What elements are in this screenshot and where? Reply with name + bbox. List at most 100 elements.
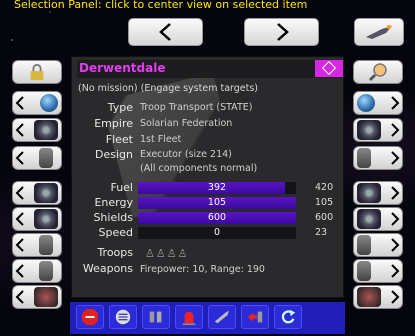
troops-button[interactable]: [142, 305, 170, 329]
speed-bar: 0: [138, 227, 296, 239]
chevron-left-icon: [15, 151, 24, 165]
chevron-left-icon: [15, 186, 24, 200]
center-view-button[interactable]: [315, 60, 343, 77]
speed-value: 0: [213, 227, 221, 238]
chevron-left-icon: [15, 290, 24, 304]
troops-icon: [149, 311, 162, 323]
shields-bar: 600: [138, 212, 296, 224]
speed-label: Speed: [98, 226, 133, 239]
energy-label: Energy: [94, 196, 133, 209]
chevron-right-icon: [391, 212, 400, 226]
ship-icon: [34, 120, 58, 140]
base-icon: [357, 287, 381, 307]
energy-bar: 105: [138, 197, 296, 209]
speed-max: 23: [315, 227, 328, 238]
refresh-icon: [281, 309, 296, 324]
previous-item-button[interactable]: [128, 18, 203, 46]
selection-panel-hint: Selection Panel: click to center view on…: [14, 0, 308, 11]
fleet-value: 1st Fleet: [140, 134, 182, 145]
ship-icon: [366, 25, 392, 39]
left-arrow-icon: [158, 23, 171, 41]
shields-value: 600: [207, 212, 227, 223]
components-status: (All components normal): [140, 163, 258, 174]
left-troop-button[interactable]: [12, 146, 62, 170]
troops-icons: ♙♙♙♙: [145, 247, 189, 260]
right-arrow-icon: [276, 23, 289, 41]
lock-icon: [30, 63, 43, 81]
planet-icon: [40, 94, 58, 112]
type-label: Type: [107, 101, 133, 114]
list-icon: [115, 309, 131, 325]
left-base-button[interactable]: [12, 285, 62, 309]
alert-button[interactable]: [175, 305, 203, 329]
right-troop-button[interactable]: [353, 146, 403, 170]
planet-icon: [357, 94, 375, 112]
fuel-max: 420: [315, 182, 334, 193]
shields-label: Shields: [93, 211, 133, 224]
chevron-right-icon: [391, 151, 400, 165]
next-item-button[interactable]: [244, 18, 319, 46]
left-ship-button-3[interactable]: [12, 207, 62, 231]
stop-icon: [81, 308, 99, 326]
lock-button[interactable]: [12, 60, 62, 84]
chevron-left-icon: [15, 212, 24, 226]
left-ship-button-2[interactable]: [12, 181, 62, 205]
fleet-label: Fleet: [105, 133, 133, 146]
right-base-button[interactable]: [353, 285, 403, 309]
right-troop-button-2[interactable]: [353, 233, 403, 257]
zoom-icon: [368, 63, 387, 82]
weapons-label: Weapons: [82, 262, 133, 275]
chevron-right-icon: [391, 96, 400, 110]
ship-view-button[interactable]: [354, 18, 404, 46]
ship-icon: [357, 209, 381, 229]
weapons-value: Firepower: 10, Range: 190: [140, 264, 265, 275]
item-name[interactable]: Derwentdale: [79, 61, 165, 75]
troops-label: Troops: [97, 246, 133, 259]
chevron-right-icon: [391, 186, 400, 200]
ship-icon: [34, 183, 58, 203]
left-troop-button-2[interactable]: [12, 233, 62, 257]
troop-icon: [39, 235, 53, 255]
chevron-right-icon: [391, 238, 400, 252]
ship-icon: [34, 209, 58, 229]
energy-value: 105: [207, 197, 227, 208]
alert-icon: [182, 311, 196, 326]
left-troop-button-3[interactable]: [12, 259, 62, 283]
stop-button[interactable]: [76, 305, 104, 329]
design-label: Design: [95, 148, 133, 161]
left-planet-button[interactable]: [12, 91, 62, 115]
right-ship-button-2[interactable]: [353, 181, 403, 205]
chevron-left-icon: [15, 96, 24, 110]
ship-icon: [214, 310, 230, 324]
zoom-button[interactable]: [353, 60, 403, 84]
ship-action-button[interactable]: [208, 305, 236, 329]
empire-value: Solarian Federation: [140, 118, 233, 129]
right-planet-button[interactable]: [353, 91, 403, 115]
chevron-right-icon: [391, 290, 400, 304]
troop-icon: [357, 261, 371, 281]
refresh-button[interactable]: [274, 305, 302, 329]
transfer-button[interactable]: [241, 305, 269, 329]
transfer-icon: [247, 311, 263, 323]
chevron-left-icon: [15, 238, 24, 252]
chevron-right-icon: [391, 123, 400, 137]
design-value: Executor (size 214): [140, 149, 232, 160]
energy-max: 105: [315, 197, 334, 208]
chevron-left-icon: [15, 264, 24, 278]
troop-icon: [39, 261, 53, 281]
fuel-label: Fuel: [110, 181, 133, 194]
left-ship-button[interactable]: [12, 118, 62, 142]
chevron-left-icon: [15, 123, 24, 137]
chevron-right-icon: [391, 264, 400, 278]
type-value: Troop Transport (STATE): [140, 102, 253, 113]
ship-icon: [357, 120, 381, 140]
right-ship-button-3[interactable]: [353, 207, 403, 231]
troop-icon: [357, 235, 371, 255]
right-ship-button[interactable]: [353, 118, 403, 142]
shields-max: 600: [315, 212, 334, 223]
troop-icon: [357, 148, 371, 168]
right-troop-button-3[interactable]: [353, 259, 403, 283]
list-button[interactable]: [109, 305, 137, 329]
target-icon: [321, 60, 337, 76]
fuel-value: 392: [207, 182, 227, 193]
